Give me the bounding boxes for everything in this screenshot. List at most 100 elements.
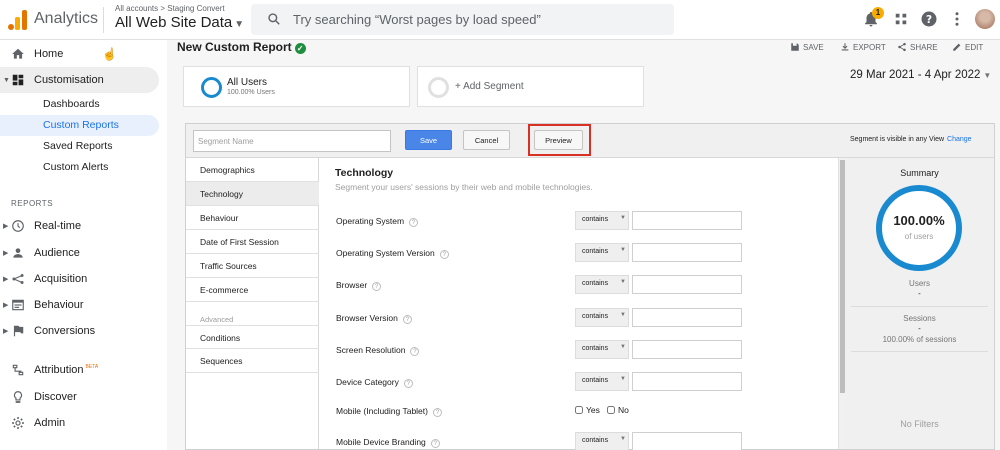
category-sequences[interactable]: Sequences bbox=[186, 349, 319, 373]
value-input[interactable] bbox=[632, 275, 742, 294]
operator-dropdown[interactable]: contains ▼ bbox=[575, 243, 629, 262]
help-icon[interactable]: ? bbox=[410, 347, 420, 356]
field-label: Mobile Device Branding? bbox=[336, 437, 440, 448]
sidebar-item-behaviour[interactable]: ▶ Behaviour bbox=[0, 292, 159, 318]
sidebar-item-custom-alerts[interactable]: Custom Alerts bbox=[0, 157, 159, 178]
analytics-logo-icon[interactable] bbox=[8, 10, 28, 30]
value-input[interactable] bbox=[632, 340, 742, 359]
sidebar-item-conversions[interactable]: ▶ Conversions bbox=[0, 318, 159, 344]
category-behaviour[interactable]: Behaviour bbox=[186, 206, 319, 230]
share-button[interactable]: SHARE bbox=[897, 42, 938, 52]
help-icon[interactable]: ? bbox=[402, 315, 412, 324]
caret-down-icon: ▼ bbox=[620, 312, 626, 318]
beta-badge: BETA bbox=[85, 364, 99, 370]
sidebar-item-home[interactable]: Home bbox=[0, 41, 159, 67]
sidebar-item-discover[interactable]: Discover bbox=[0, 384, 159, 410]
add-segment-button[interactable]: + Add Segment bbox=[417, 66, 644, 107]
avatar[interactable] bbox=[975, 9, 995, 29]
top-bar: Analytics All accounts > Staging Convert… bbox=[0, 0, 1000, 40]
users-value: - bbox=[918, 289, 921, 298]
search-input[interactable] bbox=[293, 10, 663, 29]
sidebar-item-label: Acquisition bbox=[34, 273, 88, 285]
help-icon[interactable]: ? bbox=[372, 282, 382, 291]
sidebar-item-realtime[interactable]: ▶ Real-time bbox=[0, 213, 159, 239]
field-label: Browser? bbox=[336, 280, 382, 291]
segment-all-users[interactable]: All Users 100.00% Users bbox=[183, 66, 410, 107]
behaviour-icon bbox=[12, 299, 24, 311]
more-vert-icon[interactable] bbox=[948, 10, 966, 28]
value-input[interactable] bbox=[632, 372, 742, 391]
sidebar-item-saved-reports[interactable]: Saved Reports bbox=[0, 136, 159, 157]
category-list: Demographics Technology Behaviour Date o… bbox=[186, 158, 319, 449]
visibility-note: Segment is visible in any View Change bbox=[850, 136, 972, 143]
category-technology[interactable]: Technology bbox=[186, 182, 319, 206]
page-title-text: New Custom Report bbox=[177, 40, 292, 54]
pencil-icon bbox=[953, 43, 961, 51]
checkbox[interactable] bbox=[607, 406, 615, 414]
help-icon[interactable]: ? bbox=[432, 408, 442, 417]
scrollbar[interactable] bbox=[838, 158, 845, 449]
cancel-button[interactable]: Cancel bbox=[463, 130, 510, 150]
caret-down-icon: ▼ bbox=[3, 76, 10, 84]
sidebar-item-audience[interactable]: ▶ Audience bbox=[0, 240, 159, 266]
edit-button[interactable]: EDIT bbox=[952, 42, 983, 52]
page-title: New Custom Report ✓ bbox=[177, 40, 306, 54]
operator-dropdown[interactable]: contains ▼ bbox=[575, 432, 629, 450]
sidebar-item-custom-reports[interactable]: Custom Reports bbox=[0, 115, 159, 136]
help-icon[interactable]: ? bbox=[403, 379, 413, 388]
yes-checkbox[interactable]: Yes bbox=[575, 405, 600, 415]
category-ecommerce[interactable]: E-commerce bbox=[186, 278, 319, 302]
help-icon[interactable]: ? bbox=[430, 439, 440, 448]
sidebar-item-label: Home bbox=[34, 48, 64, 60]
help-icon[interactable]: ? bbox=[439, 250, 449, 259]
value-input[interactable] bbox=[632, 243, 742, 262]
no-checkbox[interactable]: No bbox=[607, 405, 629, 415]
date-range-picker[interactable]: 29 Mar 2021 - 4 Apr 2022 ▼ bbox=[850, 69, 991, 81]
help-icon[interactable]: ? bbox=[920, 10, 938, 28]
help-icon[interactable]: ? bbox=[409, 218, 419, 227]
sidebar-item-admin[interactable]: Admin bbox=[0, 410, 159, 436]
preview-button[interactable]: Preview bbox=[534, 130, 583, 150]
sidebar-item-acquisition[interactable]: ▶ Acquisition bbox=[0, 266, 159, 292]
search-bar[interactable] bbox=[251, 4, 674, 35]
clock-icon bbox=[12, 220, 24, 232]
category-date-of-first-session[interactable]: Date of First Session bbox=[186, 230, 319, 254]
value-input[interactable] bbox=[632, 432, 742, 450]
save-button[interactable]: Save bbox=[405, 130, 452, 150]
operator-dropdown[interactable]: contains ▼ bbox=[575, 275, 629, 294]
account-name: All Web Site Data bbox=[115, 14, 233, 31]
sidebar-item-customisation[interactable]: ▼ Customisation bbox=[0, 67, 159, 93]
operator-dropdown[interactable]: contains ▼ bbox=[575, 308, 629, 327]
technology-panel: Technology Segment your users' sessions … bbox=[319, 158, 839, 450]
lightbulb-icon bbox=[13, 391, 23, 403]
segment-percentage: 100.00% Users bbox=[227, 89, 275, 96]
sidebar-item-dashboards[interactable]: Dashboards bbox=[0, 94, 159, 115]
breadcrumb[interactable]: All accounts > Staging Convert bbox=[115, 4, 225, 13]
save-report-button[interactable]: SAVE bbox=[790, 42, 824, 52]
change-link[interactable]: Change bbox=[947, 136, 972, 143]
operator-dropdown[interactable]: contains ▼ bbox=[575, 372, 629, 391]
account-selector[interactable]: All Web Site Data ▼ bbox=[115, 14, 244, 31]
operator-dropdown[interactable]: contains ▼ bbox=[575, 340, 629, 359]
segment-name-input[interactable] bbox=[193, 130, 391, 152]
caret-down-icon: ▼ bbox=[620, 376, 626, 382]
caret-right-icon: ▶ bbox=[3, 328, 9, 335]
value-input[interactable] bbox=[632, 211, 742, 230]
dashboard-icon bbox=[12, 74, 24, 86]
summary-title: Summary bbox=[900, 168, 939, 178]
export-button[interactable]: EXPORT bbox=[840, 42, 886, 52]
category-traffic-sources[interactable]: Traffic Sources bbox=[186, 254, 319, 278]
sidebar-item-attribution[interactable]: Attribution BETA bbox=[0, 357, 159, 383]
notification-badge: 1 bbox=[872, 7, 884, 19]
gear-icon bbox=[12, 417, 24, 429]
hand-cursor-icon: ☝ bbox=[102, 47, 117, 61]
category-demographics[interactable]: Demographics bbox=[186, 158, 319, 182]
checkbox[interactable] bbox=[575, 406, 583, 414]
apps-grid-icon[interactable] bbox=[892, 10, 910, 28]
operator-dropdown[interactable]: contains ▼ bbox=[575, 211, 629, 230]
category-conditions[interactable]: Conditions bbox=[186, 325, 319, 349]
field-label: Operating System? bbox=[336, 216, 419, 227]
action-label: SAVE bbox=[803, 42, 824, 52]
field-label: Screen Resolution? bbox=[336, 345, 420, 356]
value-input[interactable] bbox=[632, 308, 742, 327]
